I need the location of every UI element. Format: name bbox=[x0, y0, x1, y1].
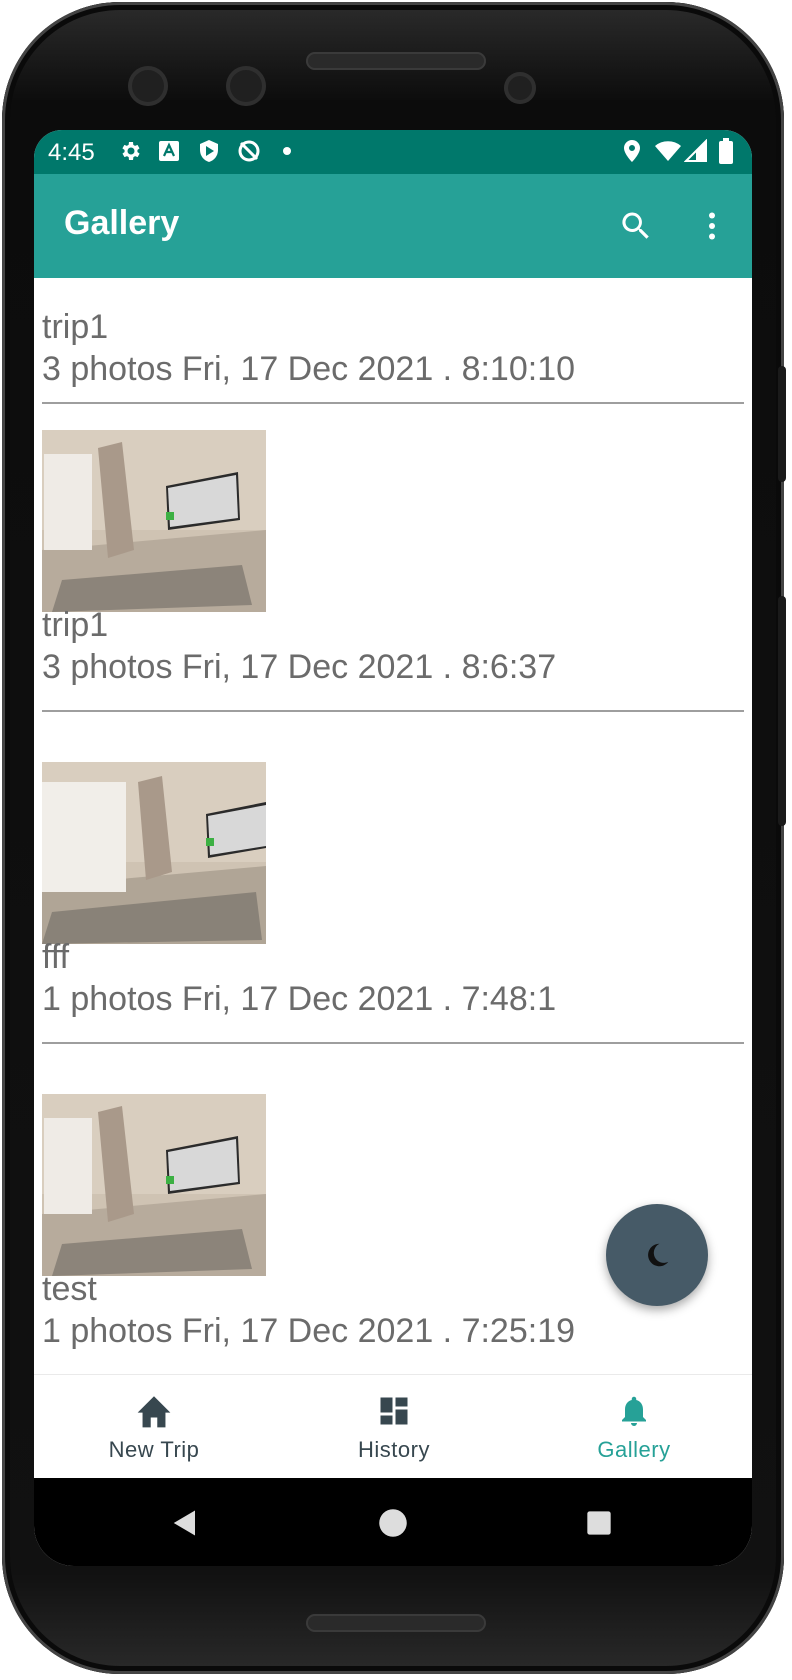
list-item[interactable]: trip1 3 photos Fri, 17 Dec 2021 . 8:6:37 bbox=[42, 404, 744, 736]
back-triangle-icon bbox=[173, 1510, 195, 1536]
page-title: Gallery bbox=[64, 204, 180, 242]
recents-button[interactable] bbox=[574, 1498, 624, 1548]
trip-list[interactable]: trip1 3 photos Fri, 17 Dec 2021 . 8:10:1… bbox=[34, 278, 752, 1504]
dashboard-icon bbox=[372, 1391, 416, 1431]
signal-icon bbox=[684, 139, 708, 163]
trip-title: trip1 bbox=[42, 606, 109, 644]
front-camera-right bbox=[226, 66, 266, 106]
moon-icon bbox=[648, 1243, 669, 1267]
trip-title: trip1 bbox=[42, 308, 109, 346]
power-button bbox=[778, 366, 786, 482]
nav-label: Gallery bbox=[597, 1437, 671, 1462]
home-circle-icon bbox=[379, 1509, 407, 1537]
bell-icon bbox=[612, 1391, 656, 1431]
status-time: 4:45 bbox=[48, 139, 95, 166]
bottom-navigation: New Trip History Gallery bbox=[34, 1374, 752, 1479]
trip-subtitle: 3 photos Fri, 17 Dec 2021 . 8:6:37 bbox=[42, 648, 557, 686]
home-icon bbox=[132, 1391, 176, 1431]
notification-dot-icon bbox=[282, 139, 292, 163]
battery-icon bbox=[718, 138, 734, 164]
trip-subtitle: 3 photos Fri, 17 Dec 2021 . 8:10:10 bbox=[42, 350, 576, 388]
location-icon bbox=[622, 139, 642, 163]
theme-toggle-button[interactable] bbox=[606, 1204, 708, 1306]
divider bbox=[42, 710, 744, 712]
proximity-sensor bbox=[504, 72, 536, 104]
trip-thumbnail bbox=[42, 762, 266, 944]
shield-play-icon bbox=[198, 139, 220, 163]
trip-title: fff bbox=[42, 938, 70, 976]
list-item-text: trip1 3 photos Fri, 17 Dec 2021 . 8:10:1… bbox=[42, 278, 744, 404]
nav-item-gallery[interactable]: Gallery bbox=[544, 1375, 724, 1479]
wifi-icon bbox=[654, 139, 682, 163]
nav-label: History bbox=[358, 1437, 430, 1462]
nav-label: New Trip bbox=[108, 1437, 200, 1462]
status-bar: 4:45 bbox=[34, 130, 752, 174]
recents-square-icon bbox=[587, 1511, 611, 1535]
more-vert-icon bbox=[709, 212, 715, 240]
sync-off-icon bbox=[236, 139, 262, 163]
divider bbox=[42, 1042, 744, 1044]
trip-title: test bbox=[42, 1270, 97, 1308]
trip-subtitle: 1 photos Fri, 17 Dec 2021 . 7:25:19 bbox=[42, 1312, 576, 1350]
volume-button bbox=[778, 596, 786, 826]
system-navigation-bar bbox=[34, 1478, 752, 1566]
settings-icon bbox=[118, 139, 142, 163]
font-icon bbox=[158, 139, 180, 163]
overflow-menu-button[interactable] bbox=[690, 204, 734, 248]
trip-thumbnail bbox=[42, 430, 266, 612]
nav-item-new-trip[interactable]: New Trip bbox=[64, 1375, 244, 1479]
bottom-speaker bbox=[306, 1614, 486, 1632]
nav-item-history[interactable]: History bbox=[304, 1375, 484, 1479]
front-camera-left bbox=[128, 66, 168, 106]
search-button[interactable] bbox=[614, 204, 658, 248]
app-bar: Gallery bbox=[34, 174, 752, 278]
earpiece-speaker bbox=[306, 52, 486, 70]
trip-subtitle: 1 photos Fri, 17 Dec 2021 . 7:48:1 bbox=[42, 980, 557, 1018]
device-screen: 4:45 Gallery trip1 3 photos Fri, 17 Dec … bbox=[34, 130, 752, 1566]
home-button[interactable] bbox=[368, 1498, 418, 1548]
list-item[interactable]: fff 1 photos Fri, 17 Dec 2021 . 7:48:1 bbox=[42, 736, 744, 1068]
trip-thumbnail bbox=[42, 1094, 266, 1276]
back-button[interactable] bbox=[160, 1498, 210, 1548]
search-icon bbox=[622, 212, 649, 239]
